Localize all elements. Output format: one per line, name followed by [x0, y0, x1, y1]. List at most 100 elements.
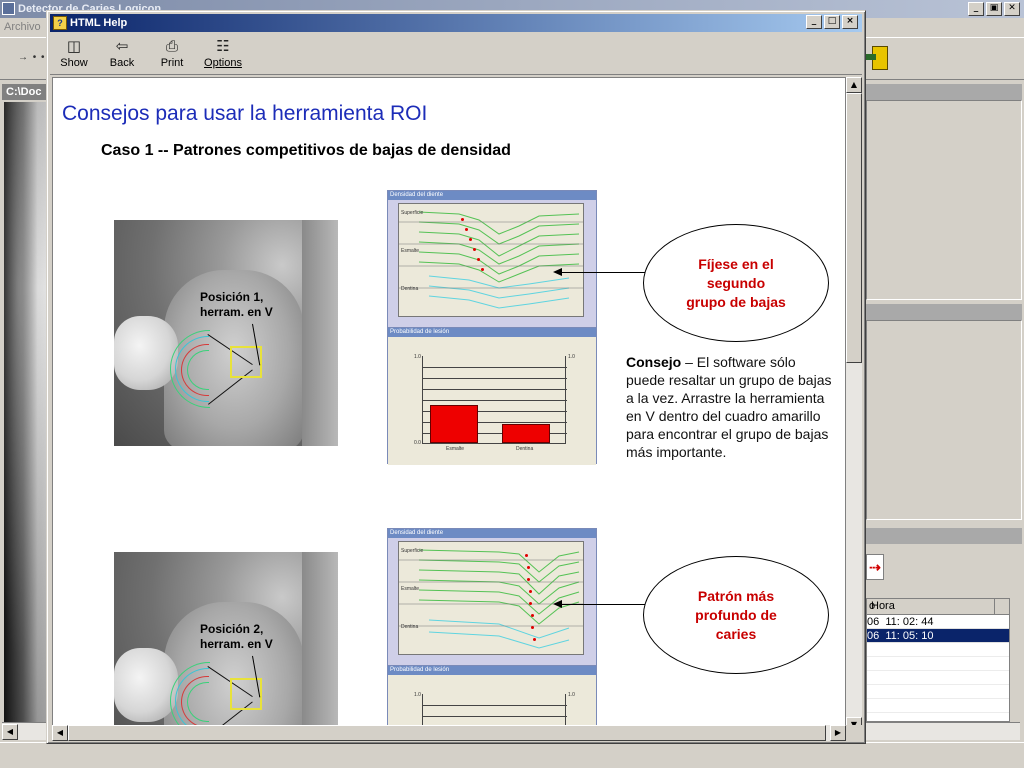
empty-row — [867, 643, 1009, 657]
bar-esmalte — [430, 405, 478, 443]
layer-label: Esmalte — [401, 586, 420, 592]
toolbar-arrows-icon[interactable]: → • • — [18, 52, 46, 63]
menu-archivo[interactable]: Archivo — [4, 21, 41, 33]
scroll-up-button[interactable]: ▲ — [846, 77, 862, 93]
right-side-panel: ⇢ o Hora 06 11: 02: 44 06 11: 05: 10 — [866, 82, 1022, 722]
gridline — [423, 378, 567, 379]
layer-label: Dentina — [401, 624, 419, 630]
probability-chart-area: Probabilidad de lesión 1.0 1.0 0.0 Esmal… — [388, 665, 596, 732]
scroll-left-button[interactable]: ◀ — [52, 725, 68, 741]
options-button[interactable]: ☷ Options — [197, 35, 249, 73]
printer-icon: ⎙ — [165, 37, 178, 55]
gridline — [423, 367, 567, 368]
probability-header: Probabilidad de lesión — [388, 328, 596, 337]
row-date: 06 — [867, 616, 880, 628]
xray-label-1: Posición 1, herram. en V — [200, 290, 273, 320]
callout-line: Patrón más — [697, 587, 775, 604]
density-profile-plot: Superficie Esmalte Dentina — [398, 541, 584, 655]
show-label: Show — [60, 57, 88, 69]
case-heading: Caso 1 -- Patrones competitivos de bajas… — [101, 142, 511, 159]
table-header: o Hora — [867, 599, 1009, 615]
scroll-right-button[interactable]: ▶ — [830, 725, 846, 741]
density-header: Densidad del diente — [388, 191, 596, 200]
row-time: 11: 05: 10 — [885, 630, 934, 642]
panel-header — [866, 528, 1022, 544]
file-path-header: C:\Doc — [2, 84, 52, 100]
probability-header: Probabilidad de lesión — [388, 666, 596, 675]
layer-label: Dentina — [401, 286, 419, 292]
callout-arrowhead — [553, 600, 562, 608]
horizontal-scroll-thumb[interactable] — [68, 725, 826, 741]
probability-chart-area: Probabilidad de lesión 1.0 1.0 0.0 Esmal… — [388, 327, 596, 465]
layer-label: Superficie — [401, 210, 424, 216]
bar-name: Esmalte — [446, 446, 465, 452]
row-date: 06 — [867, 630, 880, 642]
label-line: herram. en V — [200, 305, 273, 319]
callout-arrowhead — [553, 268, 562, 276]
contour-overlay — [170, 662, 214, 732]
maximize-button[interactable]: □ — [824, 15, 840, 29]
bar-name: Dentina — [516, 446, 534, 452]
background-window-buttons: _ ▣ ✕ — [968, 2, 1020, 16]
scroll-left-button[interactable]: ◀ — [2, 724, 18, 740]
restore-button[interactable]: ▣ — [986, 2, 1002, 16]
callout-arrow-line — [561, 272, 649, 273]
options-label: Options — [204, 57, 242, 69]
density-lines — [399, 211, 583, 309]
print-button[interactable]: ⎙ Print — [149, 35, 195, 73]
back-arrow-icon: ⇦ — [115, 37, 129, 55]
table-row[interactable]: 06 11: 02: 44 — [867, 615, 1009, 629]
tip-paragraph: Consejo – El software sólo puede resalta… — [626, 353, 836, 461]
back-button[interactable]: ⇦ Back — [99, 35, 145, 73]
label-line: Posición 1, — [200, 290, 264, 304]
callout-line: Fíjese en el — [698, 255, 774, 272]
panel-box — [866, 320, 1022, 520]
row-time: 11: 02: 44 — [885, 616, 934, 628]
show-button[interactable]: ◫ Show — [51, 35, 97, 73]
help-toolbar: ◫ Show ⇦ Back ⎙ Print ☷ Options — [50, 33, 862, 75]
callout-line: caries — [715, 625, 757, 642]
exit-door-icon[interactable] — [866, 44, 894, 72]
callout-oval-2: Patrón más profundo de caries — [643, 556, 829, 674]
resize-grip[interactable] — [846, 725, 862, 741]
help-horizontal-scrollbar[interactable]: ◀ ▶ — [52, 725, 846, 741]
help-vertical-scrollbar[interactable]: ▲ ▼ — [846, 77, 862, 733]
density-header: Densidad del diente — [388, 529, 596, 538]
close-button[interactable]: ✕ — [1004, 2, 1020, 16]
minimize-button[interactable]: _ — [806, 15, 822, 29]
contour-overlay — [170, 330, 214, 410]
minimize-button[interactable]: _ — [968, 2, 984, 16]
print-label: Print — [160, 57, 184, 69]
vertical-scroll-thumb[interactable] — [846, 93, 862, 363]
callout-line: profundo de — [695, 606, 777, 623]
xray-image-background — [4, 102, 52, 722]
table-row-selected[interactable]: 06 11: 05: 10 — [867, 629, 1009, 643]
density-chart-panel-2: Densidad del diente Superficie Esmalte D… — [387, 528, 597, 732]
bar-dentina — [502, 424, 550, 443]
help-window-buttons: _ □ × — [806, 15, 858, 29]
close-button[interactable]: × — [842, 15, 858, 29]
gridline — [423, 705, 567, 706]
callout-arrow-line — [561, 604, 649, 605]
density-lines — [399, 549, 583, 649]
red-arrow-icon[interactable]: ⇢ — [866, 554, 884, 580]
status-bar — [0, 742, 1024, 768]
panel-box — [866, 100, 1022, 300]
callout-line: segundo — [706, 274, 766, 291]
layer-label: Esmalte — [401, 248, 420, 254]
help-window-title: HTML Help — [70, 17, 128, 29]
gridline — [423, 400, 567, 401]
options-icon: ☷ — [216, 37, 230, 55]
help-titlebar[interactable]: ? HTML Help _ □ × — [50, 14, 862, 32]
y-max-tick-right: 1.0 — [568, 354, 575, 360]
show-icon: ◫ — [66, 37, 82, 55]
y-max-tick-right: 1.0 — [568, 692, 575, 698]
panel-header — [866, 304, 1022, 320]
html-help-window: ? HTML Help _ □ × ◫ Show ⇦ Back ⎙ Print … — [46, 10, 866, 744]
empty-row — [867, 671, 1009, 685]
column-header[interactable]: Hora — [869, 599, 995, 614]
empty-row — [867, 699, 1009, 713]
callout-line: grupo de bajas — [686, 293, 786, 310]
panel-header — [866, 84, 1022, 100]
empty-row — [867, 685, 1009, 699]
